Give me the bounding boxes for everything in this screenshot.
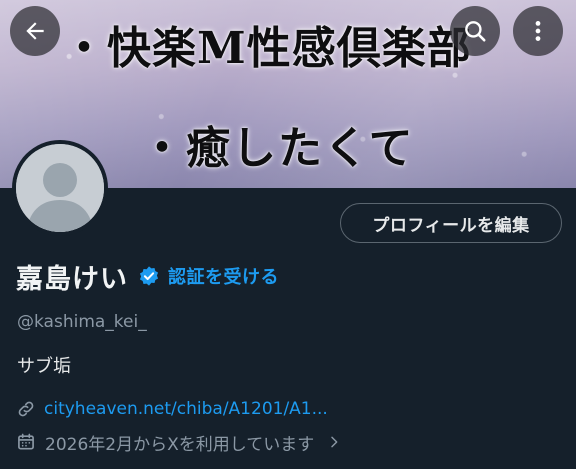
search-button[interactable] bbox=[450, 6, 500, 56]
user-handle: @kashima_kei_ bbox=[17, 312, 147, 332]
website-link[interactable]: cityheaven.net/chiba/A1201/A1... bbox=[44, 399, 328, 419]
link-icon bbox=[18, 401, 34, 417]
default-avatar-icon bbox=[16, 144, 104, 232]
joined-date-text: 2026年2月からXを利用しています bbox=[45, 434, 315, 455]
back-arrow-icon bbox=[26, 22, 44, 40]
banner-text-line-2: ・癒したくて bbox=[140, 123, 415, 174]
banner-text-line-1: ・快楽M性感倶楽部 bbox=[62, 23, 472, 74]
name-row: 嘉島けい 認証を受ける bbox=[16, 258, 279, 295]
more-options-button[interactable] bbox=[513, 6, 563, 56]
get-verified-link[interactable]: 認証を受ける bbox=[168, 263, 279, 289]
more-vertical-icon bbox=[535, 21, 541, 41]
verified-badge-icon[interactable] bbox=[138, 265, 160, 287]
chevron-right-icon bbox=[326, 434, 342, 450]
avatar[interactable] bbox=[12, 140, 108, 236]
joined-date-row[interactable]: 2026年2月からXを利用しています bbox=[16, 429, 342, 455]
profile-bio: サブ垢 bbox=[17, 356, 71, 377]
website-row: cityheaven.net/chiba/A1201/A1... bbox=[16, 396, 328, 422]
edit-profile-button[interactable]: プロフィールを編集 bbox=[340, 203, 562, 243]
back-button[interactable] bbox=[10, 6, 60, 56]
search-icon bbox=[465, 21, 486, 42]
display-name: 嘉島けい bbox=[16, 263, 128, 295]
calendar-icon bbox=[18, 433, 34, 450]
